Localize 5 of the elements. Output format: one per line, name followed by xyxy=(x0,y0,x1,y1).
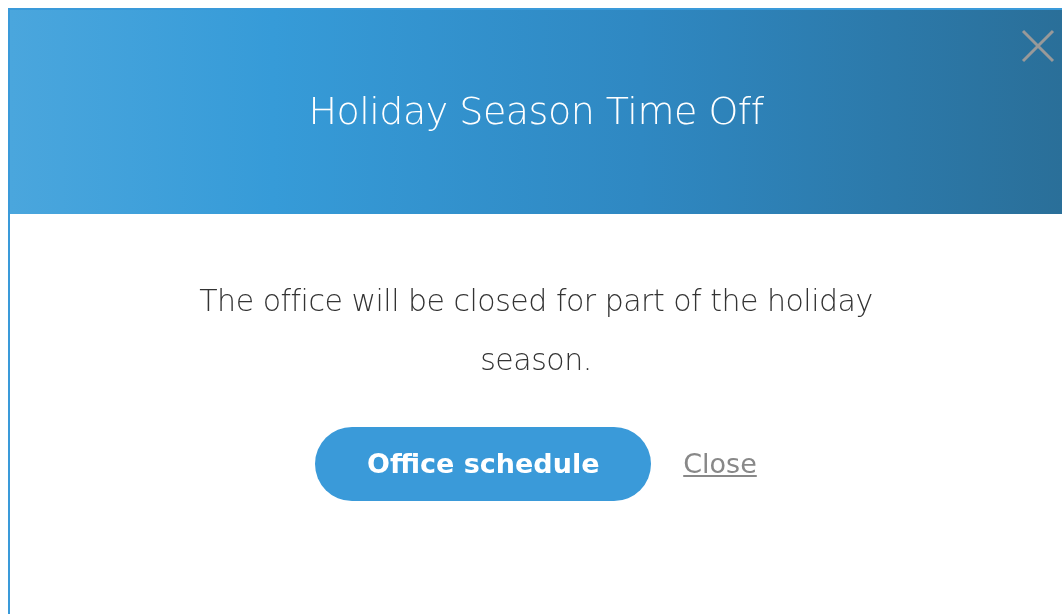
office-schedule-button[interactable]: Office schedule xyxy=(315,427,652,501)
close-icon[interactable] xyxy=(1020,28,1056,64)
close-link[interactable]: Close xyxy=(683,443,757,485)
dialog-message: The office will be closed for part of the holiday season. xyxy=(198,282,874,379)
dialog-title: Holiday Season Time Off xyxy=(308,89,764,135)
